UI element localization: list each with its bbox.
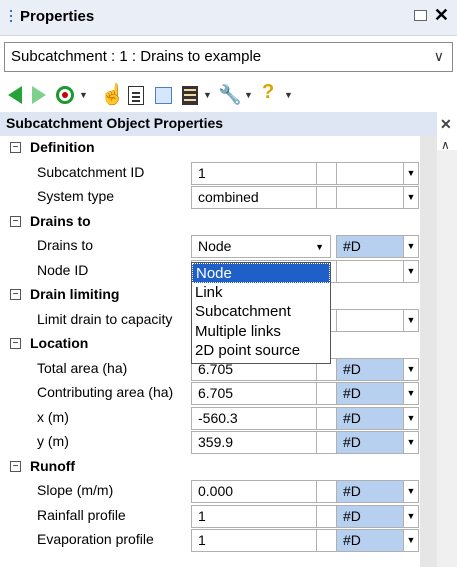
panel-header: Subcatchment Object Properties xyxy=(0,112,437,136)
toolbar: ▼ ☝ ▼ 🔧 ▼ ? ▼ xyxy=(4,78,453,108)
drag-grip-icon[interactable] xyxy=(10,10,13,26)
row-subcatchment-id: Subcatchment ID 1 ▼ xyxy=(0,161,437,186)
forward-arrow-icon[interactable] xyxy=(32,86,46,104)
collapse-icon[interactable]: − xyxy=(10,338,21,349)
unit-cell[interactable] xyxy=(336,259,406,283)
unit-cell[interactable]: #D xyxy=(336,431,406,454)
row-evaporation-profile: Evaporation profile 1 #D ▼ xyxy=(0,528,437,553)
object-selector[interactable]: Subcatchment : 1 : Drains to example ∨ xyxy=(4,42,453,72)
row-slope: Slope (m/m) 0.000 #D ▼ xyxy=(0,479,437,504)
unit-cell[interactable] xyxy=(336,186,406,209)
dropdown-option[interactable]: Node xyxy=(192,263,330,283)
close-button[interactable]: ✕ xyxy=(434,4,449,26)
category-definition[interactable]: − Definition xyxy=(0,136,437,161)
panel-close-icon[interactable]: ✕ xyxy=(440,116,452,133)
window-title: Properties xyxy=(20,8,95,25)
list-dropdown-icon[interactable]: ▼ xyxy=(203,90,212,112)
restore-button[interactable] xyxy=(414,10,427,21)
target-icon[interactable] xyxy=(56,86,74,104)
chevron-down-icon[interactable]: ▼ xyxy=(403,308,419,332)
collapse-icon[interactable]: − xyxy=(10,215,21,227)
category-runoff[interactable]: − Runoff xyxy=(0,455,437,480)
dropdown-option[interactable]: 2D point source xyxy=(192,341,330,361)
selection-icon[interactable] xyxy=(155,87,172,104)
chevron-down-icon[interactable]: ▼ xyxy=(403,431,419,454)
chevron-down-icon[interactable]: ▼ xyxy=(403,357,419,381)
list-icon[interactable] xyxy=(182,86,198,105)
row-drains-to: Drains to Node ▼ #D ▼ xyxy=(0,234,437,259)
unit-cell[interactable]: #D xyxy=(336,382,406,405)
drains-to-dropdown-list: Node Link Subcatchment Multiple links 2D… xyxy=(191,262,331,364)
dropdown-option[interactable]: Multiple links xyxy=(192,322,330,342)
back-arrow-icon[interactable] xyxy=(8,86,22,104)
chevron-down-icon[interactable]: ▼ xyxy=(403,235,419,258)
chevron-down-icon[interactable]: ▼ xyxy=(403,504,419,528)
dropdown-option[interactable]: Subcatchment xyxy=(192,302,330,322)
object-selector-value: Subcatchment : 1 : Drains to example xyxy=(11,48,262,65)
collapse-icon[interactable]: − xyxy=(10,460,21,472)
unit-cell[interactable]: #D xyxy=(336,235,406,258)
chevron-down-icon[interactable]: ▼ xyxy=(403,382,419,405)
unit-cell[interactable]: #D xyxy=(336,357,406,381)
hand-pointer-icon[interactable]: ☝ xyxy=(100,82,125,106)
chevron-down-icon[interactable]: ▼ xyxy=(403,259,419,283)
vertical-scrollbar[interactable] xyxy=(437,150,457,567)
chevron-down-icon[interactable]: ▼ xyxy=(403,480,419,503)
document-icon[interactable] xyxy=(128,86,144,105)
unit-cell[interactable] xyxy=(336,161,406,185)
chevron-down-icon[interactable]: ▼ xyxy=(403,161,419,185)
drains-to-select[interactable]: Node ▼ xyxy=(191,235,331,258)
unit-cell[interactable]: #D xyxy=(336,529,406,552)
row-system-type: System type combined ▼ xyxy=(0,185,437,210)
category-drains-to[interactable]: − Drains to xyxy=(0,210,437,235)
row-x: x (m) -560.3 #D ▼ xyxy=(0,406,437,431)
help-dropdown-icon[interactable]: ▼ xyxy=(284,90,293,112)
collapse-icon[interactable]: − xyxy=(10,142,21,153)
row-y: y (m) 359.9 #D ▼ xyxy=(0,430,437,455)
chevron-down-icon[interactable]: ▼ xyxy=(403,529,419,552)
wrench-dropdown-icon[interactable]: ▼ xyxy=(244,90,253,112)
help-icon[interactable]: ? xyxy=(262,81,274,103)
chevron-down-icon[interactable]: ▼ xyxy=(315,242,324,252)
row-rainfall-profile: Rainfall profile 1 #D ▼ xyxy=(0,504,437,529)
chevron-down-icon[interactable]: ▼ xyxy=(403,186,419,209)
target-dropdown-icon[interactable]: ▼ xyxy=(79,90,88,112)
chevron-down-icon[interactable]: ∨ xyxy=(434,48,444,65)
unit-cell[interactable] xyxy=(336,308,406,332)
dropdown-option[interactable]: Link xyxy=(192,283,330,303)
title-bar: Properties ✕ xyxy=(0,0,457,36)
chevron-down-icon[interactable]: ▼ xyxy=(403,406,419,430)
unit-cell[interactable]: #D xyxy=(336,406,406,430)
wrench-icon[interactable]: 🔧 xyxy=(218,83,242,106)
row-contributing-area: Contributing area (ha) 6.705 #D ▼ xyxy=(0,381,437,406)
unit-cell[interactable]: #D xyxy=(336,504,406,528)
unit-cell[interactable]: #D xyxy=(336,480,406,503)
collapse-icon[interactable]: − xyxy=(10,289,21,300)
